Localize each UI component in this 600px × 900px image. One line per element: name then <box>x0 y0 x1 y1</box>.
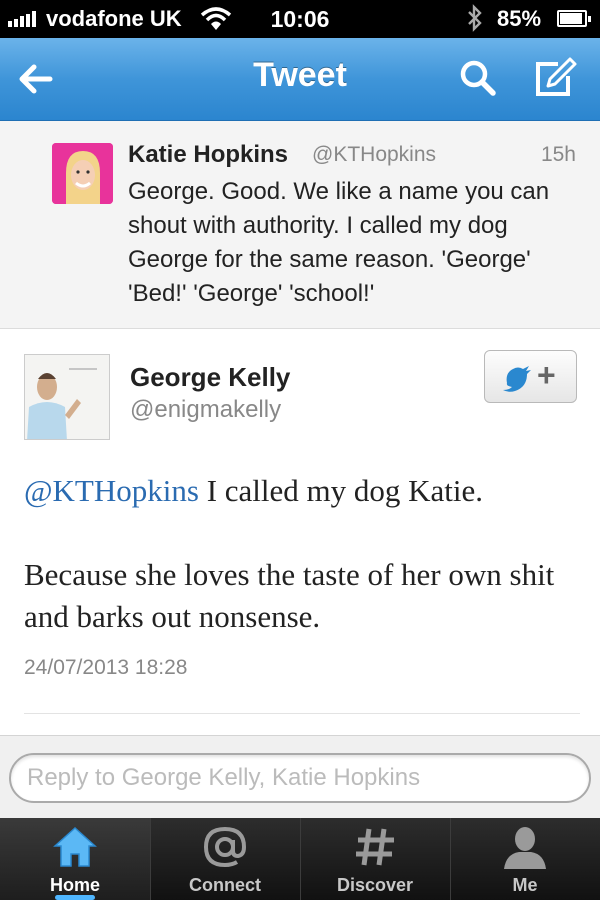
follow-plus: + <box>537 357 556 393</box>
tweet-text-line1: I called my dog Katie. <box>198 473 484 508</box>
hashtag-icon <box>351 824 399 875</box>
reply-bar <box>0 735 600 818</box>
avatar[interactable] <box>52 143 113 204</box>
tab-home[interactable]: Home <box>0 818 150 900</box>
active-indicator <box>55 895 95 900</box>
mention-link[interactable]: @KTHopkins <box>24 473 199 508</box>
tab-label: Me <box>512 875 538 895</box>
tab-me[interactable]: Me <box>450 818 600 900</box>
divider <box>24 713 580 714</box>
twitter-bird-follow-icon <box>503 366 531 392</box>
battery-percent: 85% <box>497 6 542 31</box>
tab-bar: Home Connect Discover Me <box>0 818 600 900</box>
at-icon <box>201 824 249 875</box>
tab-separator <box>150 818 151 900</box>
tweet-detail: George Kelly @enigmakelly + @KTHopkins I… <box>0 330 600 735</box>
tweet-text: @KTHopkins I called my dog Katie. Becaus… <box>24 470 580 638</box>
author-name: Katie Hopkins <box>128 141 289 168</box>
navigation-bar: Tweet <box>0 38 600 121</box>
author-name: George Kelly <box>130 362 291 392</box>
reply-input[interactable] <box>9 753 591 803</box>
compose-icon <box>536 57 577 96</box>
author-handle: @KTHopkins <box>312 143 437 166</box>
author-handle: @enigmakelly <box>130 396 282 423</box>
search-button[interactable] <box>452 52 506 106</box>
search-icon <box>460 60 496 96</box>
tab-separator <box>300 818 301 900</box>
tweet-time: 15h <box>540 143 576 166</box>
battery-icon <box>557 10 591 27</box>
status-bar: vodafone UK 10:06 85% <box>0 0 600 38</box>
home-icon <box>51 824 99 875</box>
tab-separator <box>450 818 451 900</box>
tab-connect[interactable]: Connect <box>150 818 300 900</box>
avatar[interactable] <box>24 354 110 440</box>
tab-label: Connect <box>189 875 261 895</box>
person-icon <box>501 824 549 875</box>
bluetooth-icon <box>466 4 484 39</box>
tweet-date: 24/07/2013 18:28 <box>24 656 188 679</box>
tweet-text-line2: Because she loves the taste of her own s… <box>24 557 555 634</box>
compose-button[interactable] <box>528 52 582 106</box>
tab-label: Home <box>49 875 100 895</box>
tweet-text: George. Good. We like a name you can sho… <box>128 178 550 307</box>
tab-label: Discover <box>336 875 414 895</box>
follow-button[interactable]: + <box>484 350 577 403</box>
page-title: Tweet <box>253 56 347 94</box>
in-reply-to-tweet[interactable]: Katie Hopkins @KTHopkins 15h George. Goo… <box>0 121 600 329</box>
tab-discover[interactable]: Discover <box>300 818 450 900</box>
